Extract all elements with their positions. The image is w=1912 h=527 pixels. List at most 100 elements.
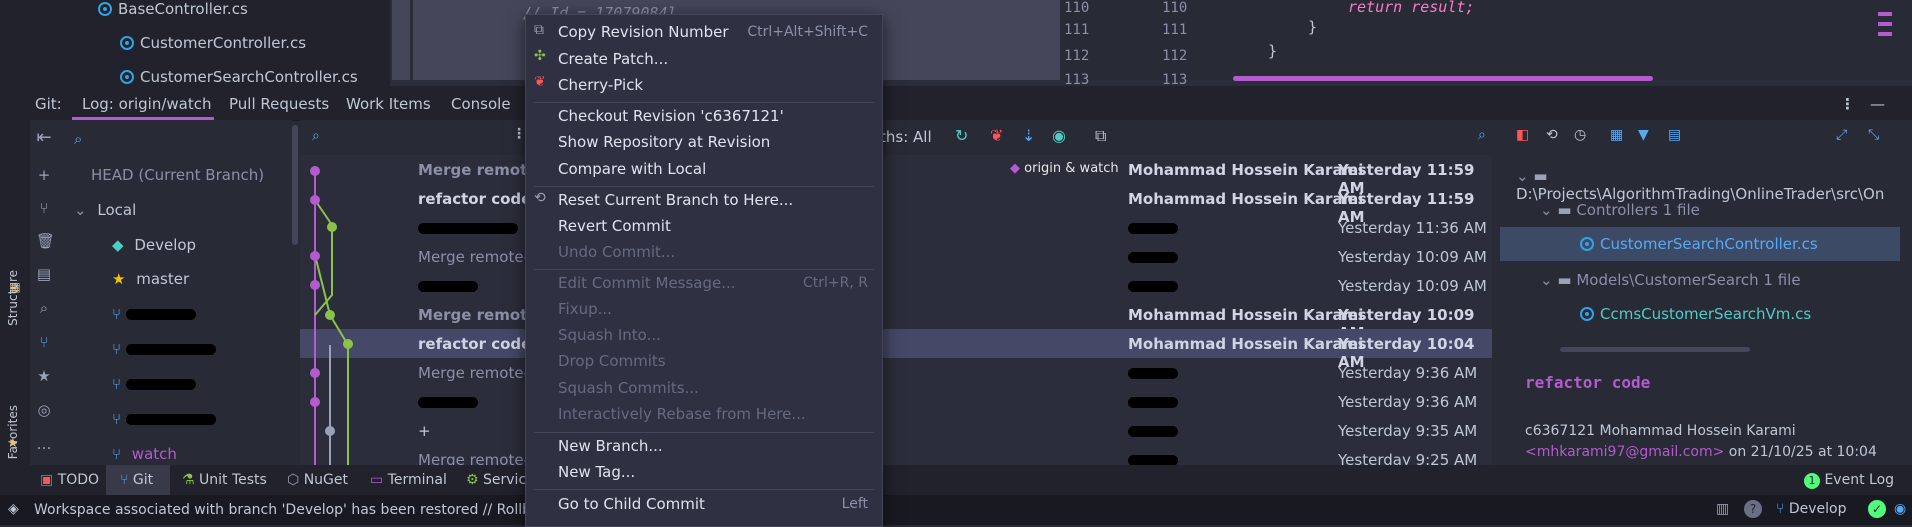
tab-pull-requests[interactable]: Pull Requests (229, 95, 329, 113)
open-in-new-icon[interactable]: ⧉ (1095, 126, 1106, 146)
menu-undo-commit[interactable]: Undo Commit... (558, 243, 675, 261)
folder-models[interactable]: ⌄ ▬ Models\CustomerSearch 1 file (1540, 271, 1801, 289)
cherry-pick-icon[interactable]: ❦ (990, 126, 1003, 145)
event-log-tool[interactable]: 1 Event Log (1804, 472, 1894, 489)
branch-compare-icon[interactable]: ⑂ (36, 200, 52, 216)
file-customer-search-controller[interactable]: CustomerSearchController.cs (120, 68, 358, 86)
delete-icon[interactable]: 🗑 (36, 233, 55, 249)
search-branches-icon[interactable]: ⌕ (36, 300, 52, 316)
branch-watch[interactable]: ⑂ watch (112, 445, 177, 463)
menu-go-to-child[interactable]: Go to Child Commit (558, 495, 705, 513)
folder-controllers[interactable]: ⌄ ▬ Controllers 1 file (1540, 201, 1700, 219)
menu-edit-message[interactable]: Edit Commit Message... (558, 274, 736, 292)
menu-checkout-revision[interactable]: Checkout Revision 'c6367121' (558, 107, 784, 125)
unit-tests-tool[interactable]: ⚗ Unit Tests (182, 472, 267, 488)
memory-indicator-icon[interactable]: ▥ (1716, 501, 1729, 517)
head-current-branch[interactable]: HEAD (Current Branch) (91, 166, 264, 184)
details-hscrollbar[interactable] (1560, 347, 1750, 352)
expand-icon[interactable]: ⤢ (1836, 127, 1847, 143)
menu-new-tag[interactable]: New Tag... (558, 463, 635, 481)
branch-widget[interactable]: ⑂ Develop (1776, 501, 1847, 517)
layout-icon[interactable]: ▦ (1610, 127, 1623, 143)
menu-interactive-rebase[interactable]: Interactively Rebase from Here... (558, 405, 806, 423)
table-row[interactable]: Yesterday 9:36 AM (300, 387, 1492, 416)
path-node[interactable]: ⌄ ▬ D:\Projects\AlgorithmTrading\OnlineT… (1516, 167, 1912, 203)
target-icon[interactable]: ◎ (36, 402, 52, 418)
menu-revert-commit[interactable]: Revert Commit (558, 217, 671, 235)
table-row[interactable]: Yesterday 10:09 AM (300, 271, 1492, 300)
menu-compare-local[interactable]: Compare with Local (558, 160, 706, 178)
more-icon[interactable]: … (36, 436, 52, 452)
table-row[interactable]: Merge remote- Mohammad Hossein Karami Yest… (300, 155, 1492, 197)
history-icon[interactable]: ⟲ (1546, 127, 1558, 143)
minimize-icon[interactable]: — (1870, 95, 1885, 113)
branch-redacted-4[interactable]: ⑂ (112, 410, 216, 428)
clock-icon[interactable]: ◷ (1574, 127, 1586, 143)
eye-icon[interactable]: ◉ (1052, 126, 1066, 145)
file-customer-search-controller-selected[interactable]: CustomerSearchController.cs (1500, 227, 1900, 261)
menu-show-repository[interactable]: Show Repository at Revision (558, 133, 770, 151)
terminal-tool[interactable]: ▭ Terminal (370, 472, 447, 488)
favorite-branch-icon[interactable]: ★ (36, 368, 52, 384)
author-email-link[interactable]: <mhkarami97@gmail.com> (1525, 444, 1724, 460)
menu-reset-branch[interactable]: Reset Current Branch to Here... (558, 191, 793, 209)
grid-icon[interactable]: ▤ (1668, 127, 1681, 143)
menu-drop-commits[interactable]: Drop Commits (558, 352, 666, 370)
branch-redacted-3[interactable]: ⑂ (112, 375, 196, 393)
navigate-icon[interactable]: ⇣ (1022, 126, 1035, 145)
more-options-icon[interactable]: ⋮ (1840, 95, 1855, 113)
file-ccms-customer-search-vm[interactable]: CcmsCustomerSearchVm.cs (1580, 305, 1811, 323)
details-search-icon[interactable]: ⌕ (1478, 127, 1486, 143)
table-row[interactable]: refactor code Mohammad Hossein Karami Yest… (300, 329, 1492, 371)
help-icon[interactable]: ? (1744, 500, 1762, 518)
table-row[interactable]: Merge remote-t Yesterday 9:36 AM (300, 358, 1492, 387)
table-row[interactable]: Merge remote-t Yesterday 9:25 AM (300, 445, 1492, 465)
local-branches-group[interactable]: ⌄ Local (74, 201, 136, 219)
menu-cherry-pick[interactable]: Cherry-Pick (558, 76, 643, 94)
branch-master[interactable]: ★ master (112, 270, 189, 288)
options-icon[interactable]: ⋮ (512, 126, 526, 142)
branch-scrollbar[interactable] (292, 125, 298, 245)
filter-icon[interactable]: ▼ (1638, 127, 1649, 143)
log-search-icon[interactable]: ⌕ (312, 128, 320, 144)
collapse-icon[interactable]: ⤡ (1868, 127, 1879, 143)
tab-console[interactable]: Console (451, 95, 511, 113)
menu-squash-commits[interactable]: Squash Commits... (558, 379, 699, 397)
paths-filter[interactable]: ths: All (880, 128, 932, 146)
table-row[interactable]: Merge remote- Mohammad Hossein Karami Yest… (300, 300, 1492, 342)
tree-scrollbar[interactable] (392, 0, 410, 80)
table-row[interactable]: Merge remote-t Yesterday 10:09 AM (300, 242, 1492, 271)
table-row[interactable]: Yesterday 11:36 AM (300, 213, 1492, 242)
eye-icon[interactable]: ◉ (1894, 501, 1906, 517)
todo-tool[interactable]: ▣ TODO (40, 472, 99, 488)
tab-log[interactable]: Log: origin/watch (82, 95, 211, 113)
git-branch-icon[interactable]: ⑂ (36, 334, 52, 350)
menu-new-branch[interactable]: New Branch... (558, 437, 663, 455)
add-icon[interactable]: + (36, 167, 52, 183)
file-base-controller[interactable]: BaseController.cs (98, 0, 248, 18)
git-tool[interactable]: ⑂ Git (120, 472, 153, 488)
menu-copy-revision[interactable]: Copy Revision Number (558, 23, 729, 41)
branch-redacted-2[interactable]: ⑂ (112, 340, 216, 358)
refresh-icon[interactable]: ↻ (955, 126, 968, 145)
table-row[interactable]: + Yesterday 9:35 AM (300, 416, 1492, 445)
branch-develop[interactable]: ◆ Develop (112, 236, 196, 254)
collapse-panel-icon[interactable]: ⇤ (36, 129, 52, 147)
status-icon[interactable]: ◈ (8, 501, 19, 517)
favorites-tool-label[interactable]: Favorites (6, 405, 20, 459)
horizontal-scrollbar[interactable] (1233, 76, 1653, 81)
diff-icon[interactable]: ▤ (36, 266, 52, 282)
tab-work-items[interactable]: Work Items (346, 95, 431, 113)
table-row[interactable]: refactor code Mohammad Hossein Karami Yest… (300, 184, 1492, 226)
file-customer-controller[interactable]: CustomerController.cs (120, 34, 306, 52)
favorites-star-icon[interactable]: ★ (7, 436, 19, 451)
structure-tool-label[interactable]: Structure (6, 270, 20, 326)
menu-create-patch[interactable]: Create Patch... (558, 50, 668, 68)
menu-squash-into[interactable]: Squash Into... (558, 326, 661, 344)
status-message[interactable]: Workspace associated with branch 'Develo… (34, 502, 526, 518)
branch-redacted-1[interactable]: ⑂ (112, 305, 196, 323)
nuget-tool[interactable]: ⬡ NuGet (287, 472, 348, 488)
check-icon[interactable]: ✓ (1868, 500, 1886, 518)
menu-fixup[interactable]: Fixup... (558, 300, 612, 318)
branch-search-icon[interactable]: ⌕ (74, 130, 82, 148)
